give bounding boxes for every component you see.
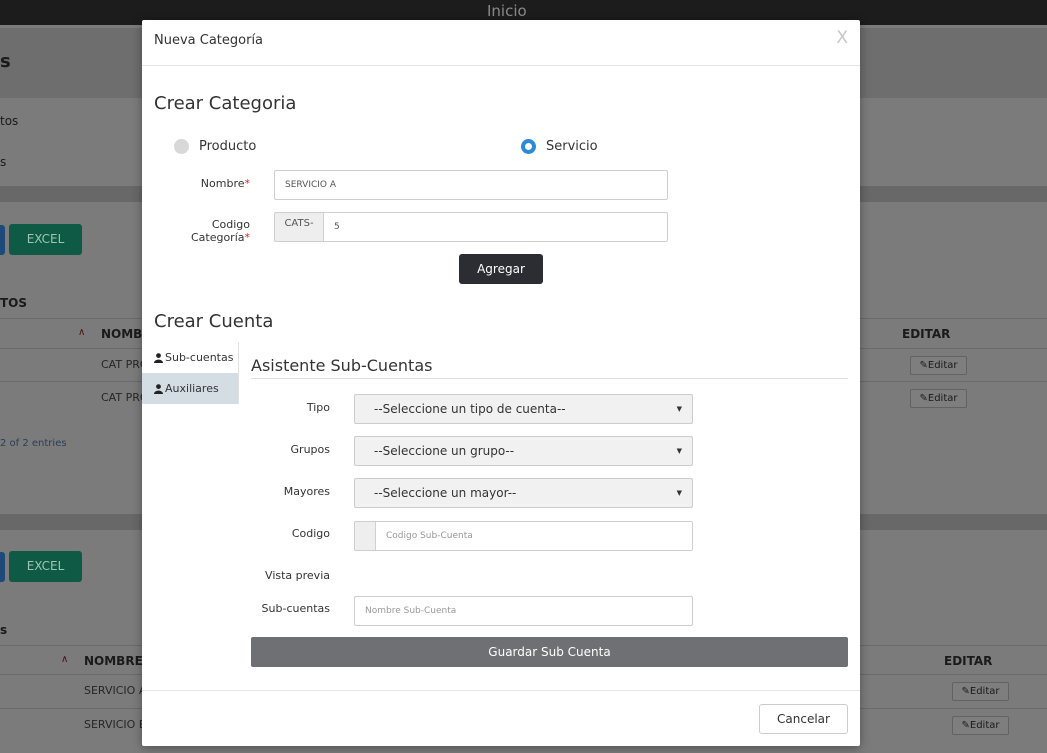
- tipo-select[interactable]: --Seleccione un tipo de cuenta-- ▼: [354, 394, 693, 424]
- radio-servicio-indicator[interactable]: [521, 139, 536, 154]
- close-button[interactable]: X: [836, 28, 848, 48]
- nav-item[interactable]: s: [0, 155, 6, 169]
- radio-producto-label: Producto: [199, 139, 257, 154]
- grupos-select[interactable]: --Seleccione un grupo-- ▼: [354, 436, 693, 466]
- dropdown-arrow-icon: ▼: [676, 489, 682, 497]
- page-heading: s: [0, 51, 11, 72]
- tipo-select-value: --Seleccione un tipo de cuenta--: [374, 402, 566, 416]
- edit-button[interactable]: ✎Editar: [952, 682, 1009, 701]
- edit-button[interactable]: ✎Editar: [910, 389, 967, 408]
- guardar-sub-cuenta-button[interactable]: Guardar Sub Cuenta: [251, 637, 848, 667]
- table-cell: SERVICIO B: [84, 718, 147, 731]
- nav-item[interactable]: tos: [0, 114, 18, 128]
- radio-servicio[interactable]: Servicio: [521, 139, 598, 154]
- mayores-select-value: --Seleccione un mayor--: [374, 486, 517, 500]
- asistente-divider: [251, 378, 848, 379]
- section-label: TOS: [0, 296, 28, 310]
- mayores-select[interactable]: --Seleccione un mayor-- ▼: [354, 478, 693, 508]
- column-header-editar: EDITAR: [944, 654, 993, 668]
- export-button[interactable]: [0, 552, 5, 582]
- nombre-label-text: Nombre: [200, 177, 245, 190]
- tab-divider: [238, 342, 239, 404]
- export-button[interactable]: [0, 225, 5, 255]
- top-bar-title: Inicio: [487, 2, 527, 20]
- dropdown-arrow-icon: ▼: [676, 447, 682, 455]
- section-label: s: [0, 623, 8, 637]
- modal-footer-divider: [142, 690, 860, 691]
- codigo-prefix: CATS-: [274, 212, 324, 242]
- edit-button-label: Editar: [969, 686, 1000, 697]
- sort-asc-icon[interactable]: ∧: [61, 654, 68, 665]
- table-cell: SERVICIO A: [84, 684, 147, 697]
- tab-auxiliares[interactable]: Auxiliares: [142, 373, 239, 404]
- vista-previa-label: Vista previa: [265, 569, 330, 582]
- tab-sub-cuentas[interactable]: Sub-cuentas: [142, 342, 239, 373]
- radio-producto[interactable]: Producto: [174, 139, 256, 154]
- nombre-input[interactable]: SERVICIO A: [274, 170, 668, 200]
- sub-cuentas-label: Sub-cuentas: [261, 602, 330, 615]
- modal-header: Nueva Categoría X: [142, 20, 860, 66]
- required-mark: *: [244, 231, 251, 244]
- agregar-button[interactable]: Agregar: [459, 254, 543, 284]
- edit-button[interactable]: ✎Editar: [952, 716, 1009, 735]
- dropdown-arrow-icon: ▼: [676, 405, 682, 413]
- entries-info: 2 of 2 entries: [0, 438, 67, 449]
- grupos-select-value: --Seleccione un grupo--: [374, 444, 515, 458]
- excel-button[interactable]: EXCEL: [9, 551, 82, 582]
- edit-button[interactable]: ✎Editar: [910, 356, 967, 375]
- nombre-label: Nombre*: [154, 177, 250, 190]
- edit-button-label: Editar: [927, 360, 958, 371]
- codigo-categoria-label-text: Codigo Categoría: [190, 218, 250, 244]
- excel-button[interactable]: EXCEL: [9, 224, 82, 255]
- sort-asc-icon[interactable]: ∧: [78, 327, 85, 338]
- edit-button-label: Editar: [927, 393, 958, 404]
- modal-title: Nueva Categoría: [154, 33, 264, 48]
- column-header-nombre[interactable]: NOMBRE: [84, 654, 143, 668]
- codigo-categoria-input[interactable]: 5: [323, 212, 668, 242]
- nombre-sub-cuenta-input[interactable]: Nombre Sub-Cuenta: [354, 596, 693, 626]
- edit-button-label: Editar: [969, 720, 1000, 731]
- nueva-categoria-modal: Nueva Categoría X Crear Categoria Produc…: [142, 20, 860, 746]
- tipo-label: Tipo: [306, 401, 330, 414]
- user-icon: [154, 383, 163, 394]
- required-mark: *: [244, 177, 251, 190]
- codigo-sub-cuenta-input[interactable]: Codigo Sub-Cuenta: [375, 521, 693, 551]
- cancelar-button[interactable]: Cancelar: [759, 704, 848, 734]
- codigo-label: Codigo: [291, 527, 330, 540]
- codigo-addon: [354, 521, 376, 551]
- tab-auxiliares-label: Auxiliares: [165, 382, 219, 395]
- codigo-categoria-label: Codigo Categoría*: [154, 218, 250, 244]
- cuenta-tabs: Sub-cuentas Auxiliares: [142, 342, 239, 404]
- column-header-editar: EDITAR: [902, 327, 951, 341]
- crear-cuenta-heading: Crear Cuenta: [154, 311, 274, 332]
- tab-sub-cuentas-label: Sub-cuentas: [165, 351, 234, 364]
- radio-servicio-label: Servicio: [546, 139, 598, 154]
- user-icon: [154, 352, 163, 363]
- radio-producto-indicator[interactable]: [174, 139, 189, 154]
- crear-categoria-heading: Crear Categoria: [154, 93, 297, 114]
- asistente-title: Asistente Sub-Cuentas: [251, 356, 433, 375]
- grupos-label: Grupos: [290, 443, 330, 456]
- mayores-label: Mayores: [283, 485, 330, 498]
